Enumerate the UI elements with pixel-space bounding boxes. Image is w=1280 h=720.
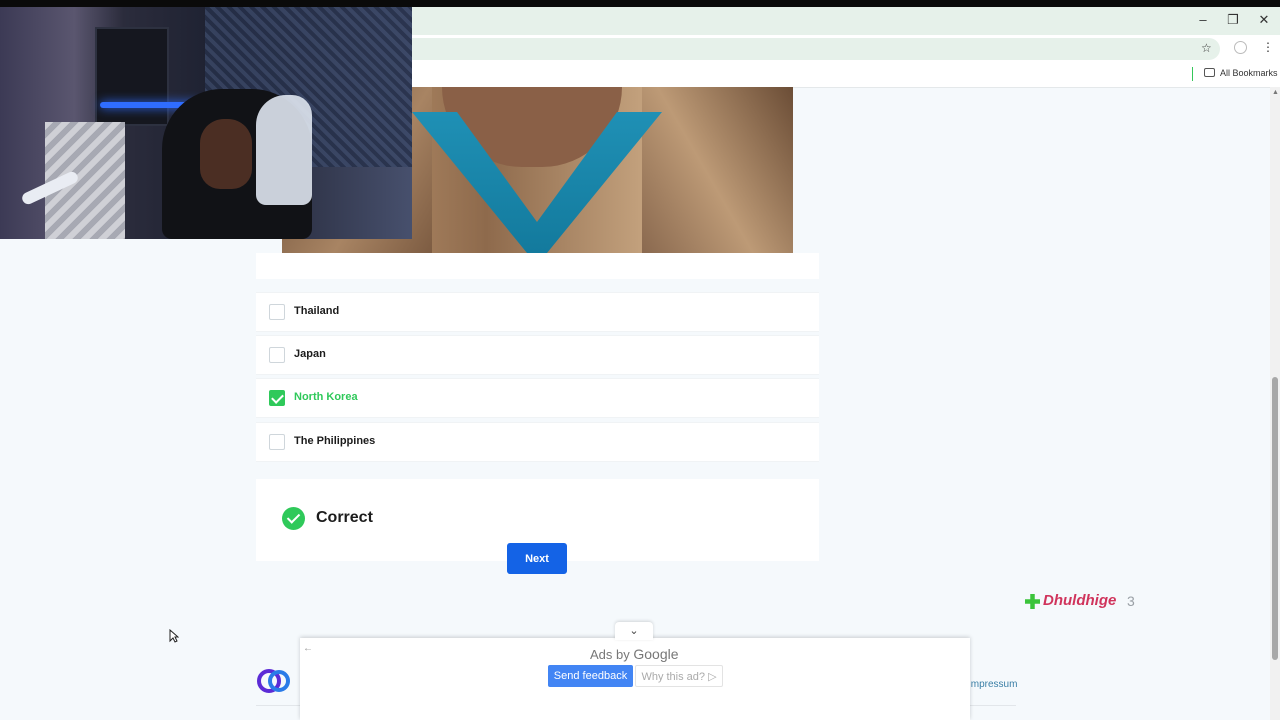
window-frame	[0, 0, 1280, 7]
cam-monitor	[95, 27, 169, 126]
google-label: Google	[633, 646, 679, 662]
option-the-philippines[interactable]: The Philippines	[256, 422, 819, 462]
option-label: Thailand	[294, 305, 340, 317]
mouse-cursor-icon	[169, 629, 179, 643]
option-thailand[interactable]: Thailand	[256, 292, 819, 332]
ads-by-google: Ads by Google	[590, 646, 679, 662]
all-bookmarks-label[interactable]: All Bookmarks	[1220, 68, 1278, 78]
question-card	[256, 253, 819, 279]
next-button[interactable]: Next	[507, 543, 567, 574]
folder-icon[interactable]	[1204, 68, 1215, 77]
back-arrow-icon[interactable]: ←	[303, 643, 313, 654]
checkbox[interactable]	[269, 347, 285, 363]
checkbox[interactable]	[269, 434, 285, 450]
option-label: Japan	[294, 348, 326, 360]
chevron-down-icon[interactable]: ⌄	[615, 622, 653, 640]
bookmarks-separator	[1192, 67, 1193, 81]
menu-icon[interactable]: ⋮	[1262, 40, 1274, 54]
overlay-name: Dhuldhige	[1043, 592, 1117, 609]
close-icon[interactable]: ✕	[1256, 12, 1272, 28]
restore-icon[interactable]: ❐	[1225, 12, 1241, 28]
scroll-up-icon[interactable]: ▲	[1272, 89, 1279, 96]
send-feedback-button[interactable]: Send feedback	[548, 665, 633, 687]
cam-chair	[256, 95, 312, 205]
option-north-korea[interactable]: North Korea	[256, 378, 819, 418]
why-this-ad-button[interactable]: Why this ad? ▷	[635, 665, 723, 687]
star-icon[interactable]: ☆	[1201, 41, 1212, 55]
ads-by-label: Ads by	[590, 647, 630, 662]
correct-check-icon	[282, 507, 305, 530]
minimize-icon[interactable]: –	[1195, 12, 1211, 28]
option-label: North Korea	[294, 391, 358, 403]
overlay-count: 3	[1127, 593, 1135, 609]
plus-icon	[1025, 594, 1040, 609]
option-label: The Philippines	[294, 435, 376, 447]
address-bar[interactable]	[300, 38, 1220, 60]
webcam-overlay	[0, 7, 412, 239]
checkbox-checked[interactable]	[269, 390, 285, 406]
impressum-link[interactable]: Impressum	[968, 679, 1017, 690]
fur-right	[642, 87, 793, 253]
result-text: Correct	[316, 509, 373, 526]
scrollbar-thumb[interactable]	[1272, 377, 1278, 660]
info-triangle-icon: ▷	[708, 670, 717, 683]
why-this-ad-label: Why this ad?	[641, 670, 706, 683]
profile-icon[interactable]	[1234, 41, 1247, 54]
site-logo-icon[interactable]	[256, 667, 290, 695]
checkmark-icon	[271, 391, 284, 404]
checkbox[interactable]	[269, 304, 285, 320]
cam-face	[200, 119, 252, 189]
option-japan[interactable]: Japan	[256, 335, 819, 375]
